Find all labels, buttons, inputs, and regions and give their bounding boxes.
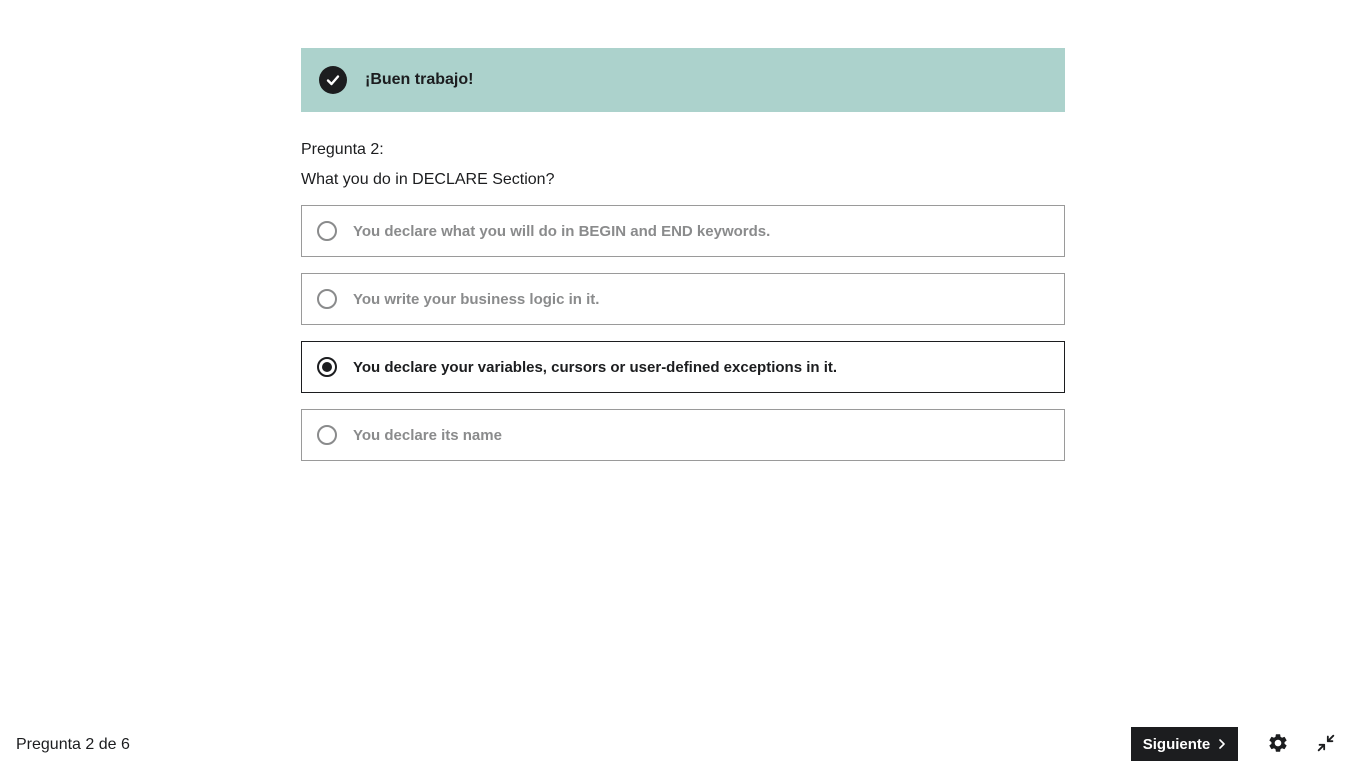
- quiz-page: ¡Buen trabajo! Pregunta 2: What you do i…: [0, 0, 1366, 768]
- gear-icon: [1267, 732, 1289, 757]
- answer-options: You declare what you will do in BEGIN an…: [301, 205, 1065, 461]
- settings-button[interactable]: [1266, 732, 1290, 756]
- answer-option-1[interactable]: You declare what you will do in BEGIN an…: [301, 205, 1065, 257]
- feedback-message: ¡Buen trabajo!: [365, 71, 474, 88]
- radio-button[interactable]: [317, 221, 337, 241]
- question-number: Pregunta 2:: [301, 141, 384, 158]
- answer-option-4[interactable]: You declare its name: [301, 409, 1065, 461]
- radio-button[interactable]: [317, 425, 337, 445]
- chevron-right-icon: [1218, 739, 1226, 749]
- exit-fullscreen-icon: [1315, 732, 1337, 757]
- answer-option-label: You declare what you will do in BEGIN an…: [353, 222, 771, 240]
- answer-option-label: You write your business logic in it.: [353, 290, 600, 308]
- question-text: What you do in DECLARE Section?: [301, 171, 555, 188]
- answer-option-3[interactable]: You declare your variables, cursors or u…: [301, 341, 1065, 393]
- feedback-alert: ¡Buen trabajo!: [301, 48, 1065, 112]
- answer-option-label: You declare its name: [353, 426, 502, 444]
- radio-button-selected[interactable]: [317, 357, 337, 377]
- check-circle-icon: [319, 66, 347, 94]
- question-progress: Pregunta 2 de 6: [16, 736, 130, 753]
- radio-button[interactable]: [317, 289, 337, 309]
- answer-option-label: You declare your variables, cursors or u…: [353, 358, 838, 376]
- next-button[interactable]: Siguiente: [1131, 727, 1238, 761]
- quiz-content: ¡Buen trabajo! Pregunta 2: What you do i…: [301, 48, 1065, 477]
- answer-option-2[interactable]: You write your business logic in it.: [301, 273, 1065, 325]
- next-button-label: Siguiente: [1142, 735, 1211, 753]
- exit-fullscreen-button[interactable]: [1314, 732, 1338, 756]
- radio-dot: [322, 362, 332, 372]
